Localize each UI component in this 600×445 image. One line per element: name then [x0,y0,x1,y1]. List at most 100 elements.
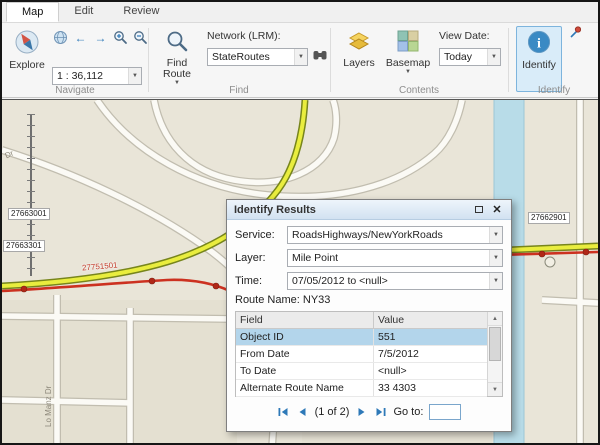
svg-text:i: i [537,37,541,52]
close-icon: ✕ [492,203,501,216]
basemap-button[interactable]: Basemap ▼ [384,26,432,90]
column-header-value: Value [374,312,487,328]
find-route-magnifier-icon [165,29,189,56]
route-name-label: Route Name: [235,294,300,306]
service-value: RoadsHighways/NewYorkRoads [288,229,489,241]
cell-field: Object ID [236,329,374,345]
previous-extent-icon[interactable]: ← [72,29,89,46]
identify-label: Identify [522,60,556,71]
tab-review[interactable]: Review [108,2,174,22]
find-route-button[interactable]: Find Route ▼ [154,26,200,92]
ribbon-tab-bar: Map Edit Review [2,2,598,23]
time-row: Time: 07/05/2012 to <null> ▼ [227,272,511,290]
next-extent-icon[interactable]: → [92,29,109,46]
maximize-button[interactable] [472,204,486,216]
service-label: Service: [227,229,287,241]
layer-value: Mile Point [288,252,489,264]
street-name-label: Lo Manz Dr [44,355,53,427]
column-header-field: Field [236,312,374,328]
time-label: Time: [227,275,287,287]
chevron-down-icon: ▼ [405,69,411,75]
layers-button[interactable]: Layers [338,26,380,90]
tab-map[interactable]: Map [6,2,59,22]
route-name-value: NY33 [303,294,331,306]
view-date-label: View Date: [439,30,490,42]
basemap-label: Basemap [386,58,430,69]
application-window: Map Edit Review Explore [0,0,600,445]
tab-edit[interactable]: Edit [59,2,108,22]
identify-route-tool-button[interactable] [566,27,582,43]
view-date-combo[interactable]: Today ▼ [439,48,501,66]
route-id-label: 27662901 [528,212,570,224]
goto-page-input[interactable] [429,404,461,420]
identify-button[interactable]: i Identify [516,26,562,92]
table-header-row: Field Value [236,312,487,329]
zoom-in-icon[interactable] [112,29,129,46]
search-routes-button[interactable] [310,47,330,67]
group-divider [508,28,509,92]
network-lrm-label: Network (LRM): [207,30,281,42]
group-label-navigate: Navigate [2,85,148,96]
cell-value: 33 4303 [374,380,487,396]
next-page-button[interactable] [355,406,368,419]
group-label-contents: Contents [330,85,508,96]
bookmarks-globe-icon[interactable] [52,29,69,46]
scroll-down-icon[interactable]: ▼ [488,382,502,396]
explore-label: Explore [9,60,45,71]
layers-icon [347,29,371,56]
goto-label: Go to: [393,406,423,418]
route-name-row: Route Name: NY33 [235,294,330,306]
layer-combo[interactable]: Mile Point ▼ [287,249,503,267]
identify-results-titlebar[interactable]: Identify Results ✕ [227,200,511,220]
identify-results-window: Identify Results ✕ Service: RoadsHighway… [226,199,512,432]
chevron-down-icon: ▼ [294,49,307,65]
group-divider [330,28,331,92]
scrollbar-thumb[interactable] [489,327,501,361]
time-value: 07/05/2012 to <null> [288,275,489,287]
layers-label: Layers [343,58,375,69]
route-id-label: 27663001 [8,208,50,220]
network-lrm-combo[interactable]: StateRoutes ▼ [207,48,308,66]
cell-value: 551 [374,329,487,345]
group-divider [148,28,149,92]
cell-field: Alternate Route Name [236,380,374,396]
network-lrm-value: StateRoutes [208,51,294,63]
first-page-button[interactable] [277,406,290,419]
map-scale-value: 1 : 36,112 [53,70,128,82]
table-row[interactable]: To Date <null> [236,363,487,380]
table-row[interactable]: Object ID 551 [236,329,487,346]
table-scrollbar[interactable]: ▲ ▼ [487,312,502,396]
chevron-down-icon: ▼ [489,273,502,289]
service-combo[interactable]: RoadsHighways/NewYorkRoads ▼ [287,226,503,244]
page-indicator: (1 of 2) [315,406,350,418]
identify-results-title: Identify Results [234,204,316,216]
cell-value: 7/5/2012 [374,346,487,362]
binoculars-icon [312,47,328,68]
explore-compass-icon [14,29,40,58]
map-scale-combo[interactable]: 1 : 36,112 ▼ [52,67,142,85]
cell-field: From Date [236,346,374,362]
scroll-up-icon[interactable]: ▲ [488,312,502,326]
cell-field: To Date [236,363,374,379]
layer-label: Layer: [227,252,287,264]
group-label-identify: Identify [508,85,600,96]
view-date-value: Today [440,51,487,63]
group-label-find: Find [148,85,330,96]
time-combo[interactable]: 07/05/2012 to <null> ▼ [287,272,503,290]
maximize-icon [475,206,483,213]
find-route-label: Find Route [157,58,197,80]
attributes-table: Field Value Object ID 551 From Date 7/5/… [235,311,503,397]
identify-route-pin-icon [568,26,581,44]
previous-page-button[interactable] [296,406,309,419]
explore-button[interactable]: Explore [6,26,48,90]
table-row[interactable]: From Date 7/5/2012 [236,346,487,363]
map-canvas[interactable]: 27663001 27663301 27751501 27662901 Lo M… [2,99,598,443]
last-page-button[interactable] [374,406,387,419]
zoom-out-icon[interactable] [132,29,149,46]
route-id-label: 27663301 [3,240,45,252]
table-row[interactable]: Alternate Route Name 33 4303 [236,380,487,397]
close-button[interactable]: ✕ [490,204,504,216]
chevron-down-icon: ▼ [489,250,502,266]
chevron-down-icon: ▼ [487,49,500,65]
ribbon-toolbar: Explore ← → [2,23,598,98]
